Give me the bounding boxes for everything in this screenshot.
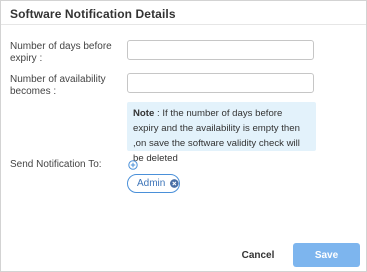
days-before-expiry-label: Number of days before expiry : — [10, 41, 112, 64]
days-before-expiry-input[interactable] — [127, 40, 314, 60]
note-prefix: Note — [133, 108, 155, 119]
note-box: Note : If the number of days before expi… — [127, 102, 316, 164]
title-divider — [1, 24, 366, 25]
panel-title: Software Notification Details — [10, 7, 176, 21]
recipient-chip: Admin — [127, 174, 180, 193]
plus-circle-icon[interactable] — [128, 160, 138, 170]
save-button[interactable]: Save — [293, 243, 360, 267]
cancel-button[interactable]: Cancel — [233, 243, 283, 267]
availability-label: Number of availability becomes : — [10, 74, 106, 97]
notification-details-panel: Software Notification Details Number of … — [0, 0, 367, 272]
close-circle-icon[interactable] — [170, 179, 179, 188]
availability-input[interactable] — [127, 73, 314, 93]
send-notification-label: Send Notification To: — [10, 159, 102, 170]
note-text: : If the number of days before expiry an… — [133, 108, 300, 164]
recipient-chip-label: Admin — [137, 178, 166, 189]
